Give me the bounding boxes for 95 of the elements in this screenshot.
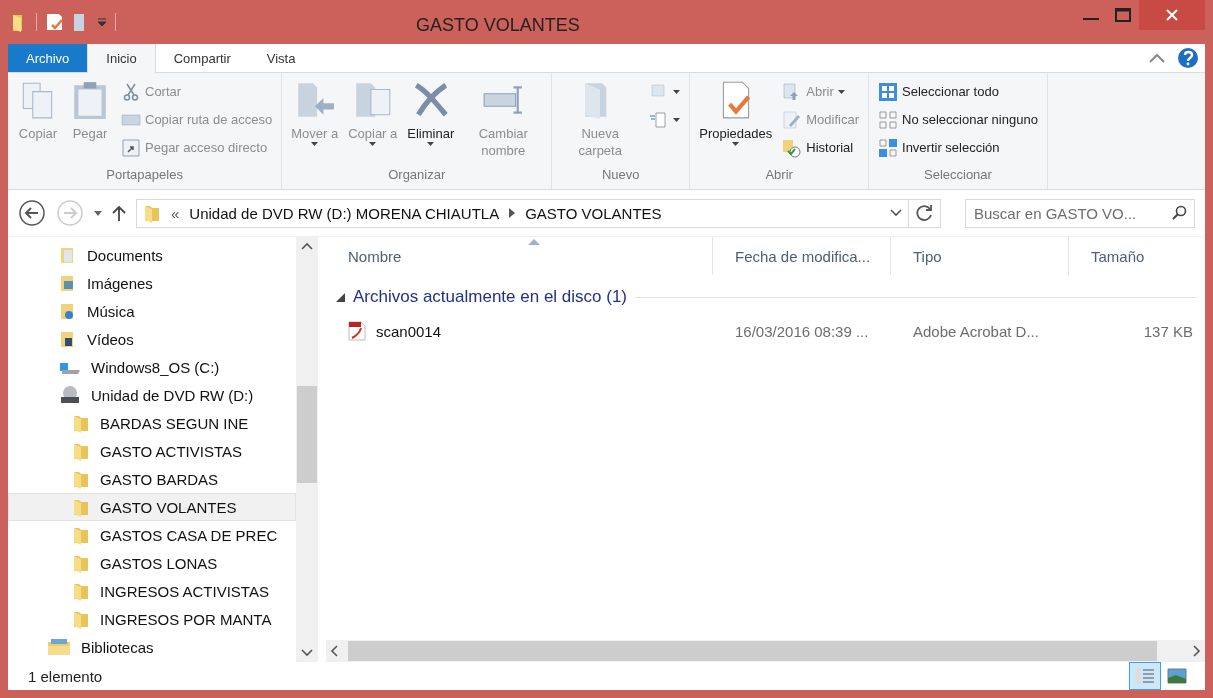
caret-icon xyxy=(673,89,681,94)
ribbon-button[interactable]: Eliminar xyxy=(404,77,458,165)
invert-selection-icon xyxy=(878,137,898,158)
nav-tree-item[interactable]: Unidad de DVD RW (D:) xyxy=(8,381,296,409)
breadcrumb-arrow-icon[interactable] xyxy=(509,208,516,218)
date-cell-text: 16/03/2016 08:39 ... xyxy=(734,322,870,340)
edit-icon xyxy=(782,109,803,130)
scrollbar-thumb[interactable] xyxy=(297,386,317,483)
dropdown-chevron-icon[interactable] xyxy=(890,209,902,217)
recent-locations-caret-icon[interactable] xyxy=(94,210,102,216)
refresh-button[interactable] xyxy=(909,198,941,228)
nav-tree-item[interactable]: Imágenes xyxy=(8,269,296,297)
horizontal-scrollbar[interactable] xyxy=(326,640,1205,662)
up-arrow-icon[interactable] xyxy=(112,205,126,221)
folder-icon xyxy=(72,413,90,433)
address-bar[interactable]: « Unidad de DVD RW (D:) MORENA CHIAUTLA GASTO VOLANTES xyxy=(136,198,909,228)
help-icon[interactable] xyxy=(1177,47,1199,69)
folder-icon xyxy=(143,203,161,223)
nav-tree-item[interactable]: Bibliotecas xyxy=(8,633,296,661)
pdf-file-icon xyxy=(348,321,366,341)
folder-icon xyxy=(72,609,90,629)
nav-tree-item[interactable]: GASTO ACTIVISTAS xyxy=(8,437,296,465)
nav-tree-item[interactable]: GASTOS LONAS xyxy=(8,549,296,577)
collapse-ribbon-icon[interactable] xyxy=(1149,53,1165,63)
group-header[interactable]: Archivos actualmente en el disco (1) xyxy=(353,287,628,307)
expanded-triangle-icon[interactable] xyxy=(336,292,345,302)
shortcut-icon xyxy=(121,137,141,158)
caret-icon xyxy=(837,89,845,94)
caret-icon xyxy=(673,117,681,122)
column-header[interactable]: Nombre xyxy=(326,237,713,275)
column-header[interactable]: Tipo xyxy=(891,237,1069,275)
search-field[interactable]: Buscar en GASTO VO... xyxy=(965,198,1195,228)
column-header[interactable]: Tamaño xyxy=(1069,237,1205,275)
folder-icon xyxy=(72,581,90,601)
ribbon-group-label: Portapapeles xyxy=(105,166,184,184)
file-menu-button[interactable]: Archivo xyxy=(8,44,88,72)
caret-icon xyxy=(311,142,319,146)
size-cell-text: 137 KB xyxy=(1142,322,1194,340)
nav-tree-item[interactable]: GASTO VOLANTES xyxy=(8,493,296,521)
ribbon-group-label: Seleccionar xyxy=(923,166,993,184)
close-button[interactable] xyxy=(1139,0,1205,30)
folder-icon xyxy=(72,553,90,573)
overflow-chevron[interactable]: « xyxy=(171,204,180,222)
column-header[interactable]: Fecha de modifica... xyxy=(713,237,891,275)
ribbon-group-label: Nuevo xyxy=(600,166,641,184)
dvd-drive-icon xyxy=(59,385,81,405)
nav-tree-item[interactable]: INGRESOS ACTIVISTAS xyxy=(8,577,296,605)
libraries-icon xyxy=(47,637,71,657)
status-text: 1 elemento xyxy=(28,667,103,685)
select-none-icon xyxy=(878,109,898,130)
view-button[interactable] xyxy=(1129,662,1161,690)
nav-tree-item[interactable]: Documents xyxy=(8,241,296,269)
nav-tree-item[interactable]: BARDAS SEGUN INE xyxy=(8,409,296,437)
breadcrumb-segment[interactable]: GASTO VOLANTES xyxy=(525,204,662,222)
customize-caret-icon[interactable] xyxy=(97,18,107,26)
close-icon xyxy=(1165,8,1179,22)
caret-icon xyxy=(369,142,377,146)
details-view-icon xyxy=(1135,667,1155,685)
folder-icon xyxy=(72,525,90,545)
nav-tree-item[interactable]: Vídeos xyxy=(8,325,296,353)
thumbnails-view-icon xyxy=(1167,668,1187,684)
minimize-icon xyxy=(1083,18,1099,20)
nav-tree-item[interactable]: Windows8_OS (C:) xyxy=(8,353,296,381)
file-name-cell[interactable]: scan0014 xyxy=(326,321,713,341)
history-icon xyxy=(782,137,803,158)
nav-tree-item[interactable]: GASTO BARDAS xyxy=(8,465,296,493)
folder-icon xyxy=(72,469,90,489)
search-icon xyxy=(1171,204,1187,221)
ribbon-button[interactable]: Propiedades xyxy=(696,77,776,165)
sort-ascending-icon xyxy=(528,239,540,245)
scissors-icon xyxy=(121,81,141,102)
folder-icon xyxy=(72,441,90,461)
maximize-icon xyxy=(1115,8,1131,22)
ribbon-button[interactable]: Invertir selección xyxy=(875,135,1041,160)
nav-tree-item[interactable]: Música xyxy=(8,297,296,325)
refresh-icon xyxy=(915,204,934,222)
vertical-scrollbar[interactable] xyxy=(296,237,318,662)
nav-tree-item[interactable]: GASTOS CASA DE PREC xyxy=(8,521,296,549)
caret-icon xyxy=(732,142,740,146)
ribbon-group-label: Abrir xyxy=(764,166,794,184)
select-all-icon xyxy=(878,81,898,102)
folder-icon xyxy=(72,497,90,517)
scrollbar-thumb[interactable] xyxy=(348,641,1157,661)
properties-icon[interactable] xyxy=(45,12,65,32)
ribbon-button[interactable]: No seleccionar ninguno xyxy=(875,107,1041,132)
type-cell-text: Adobe Acrobat D... xyxy=(912,322,1040,340)
nav-tree-item[interactable]: INGRESOS POR MANTA xyxy=(8,605,296,633)
ribbon-tab[interactable]: Inicio xyxy=(87,44,156,73)
ribbon-button[interactable]: Seleccionar todo xyxy=(875,79,1041,104)
window-title: GASTO VOLANTES xyxy=(416,14,580,36)
breadcrumb-segment[interactable]: Unidad de DVD RW (D:) MORENA CHIAUTLA xyxy=(189,204,500,222)
ribbon-button[interactable]: Historial xyxy=(779,135,862,160)
ribbon-group-label: Organizar xyxy=(387,166,447,184)
back-button[interactable] xyxy=(18,199,46,227)
caret-icon xyxy=(427,142,435,146)
